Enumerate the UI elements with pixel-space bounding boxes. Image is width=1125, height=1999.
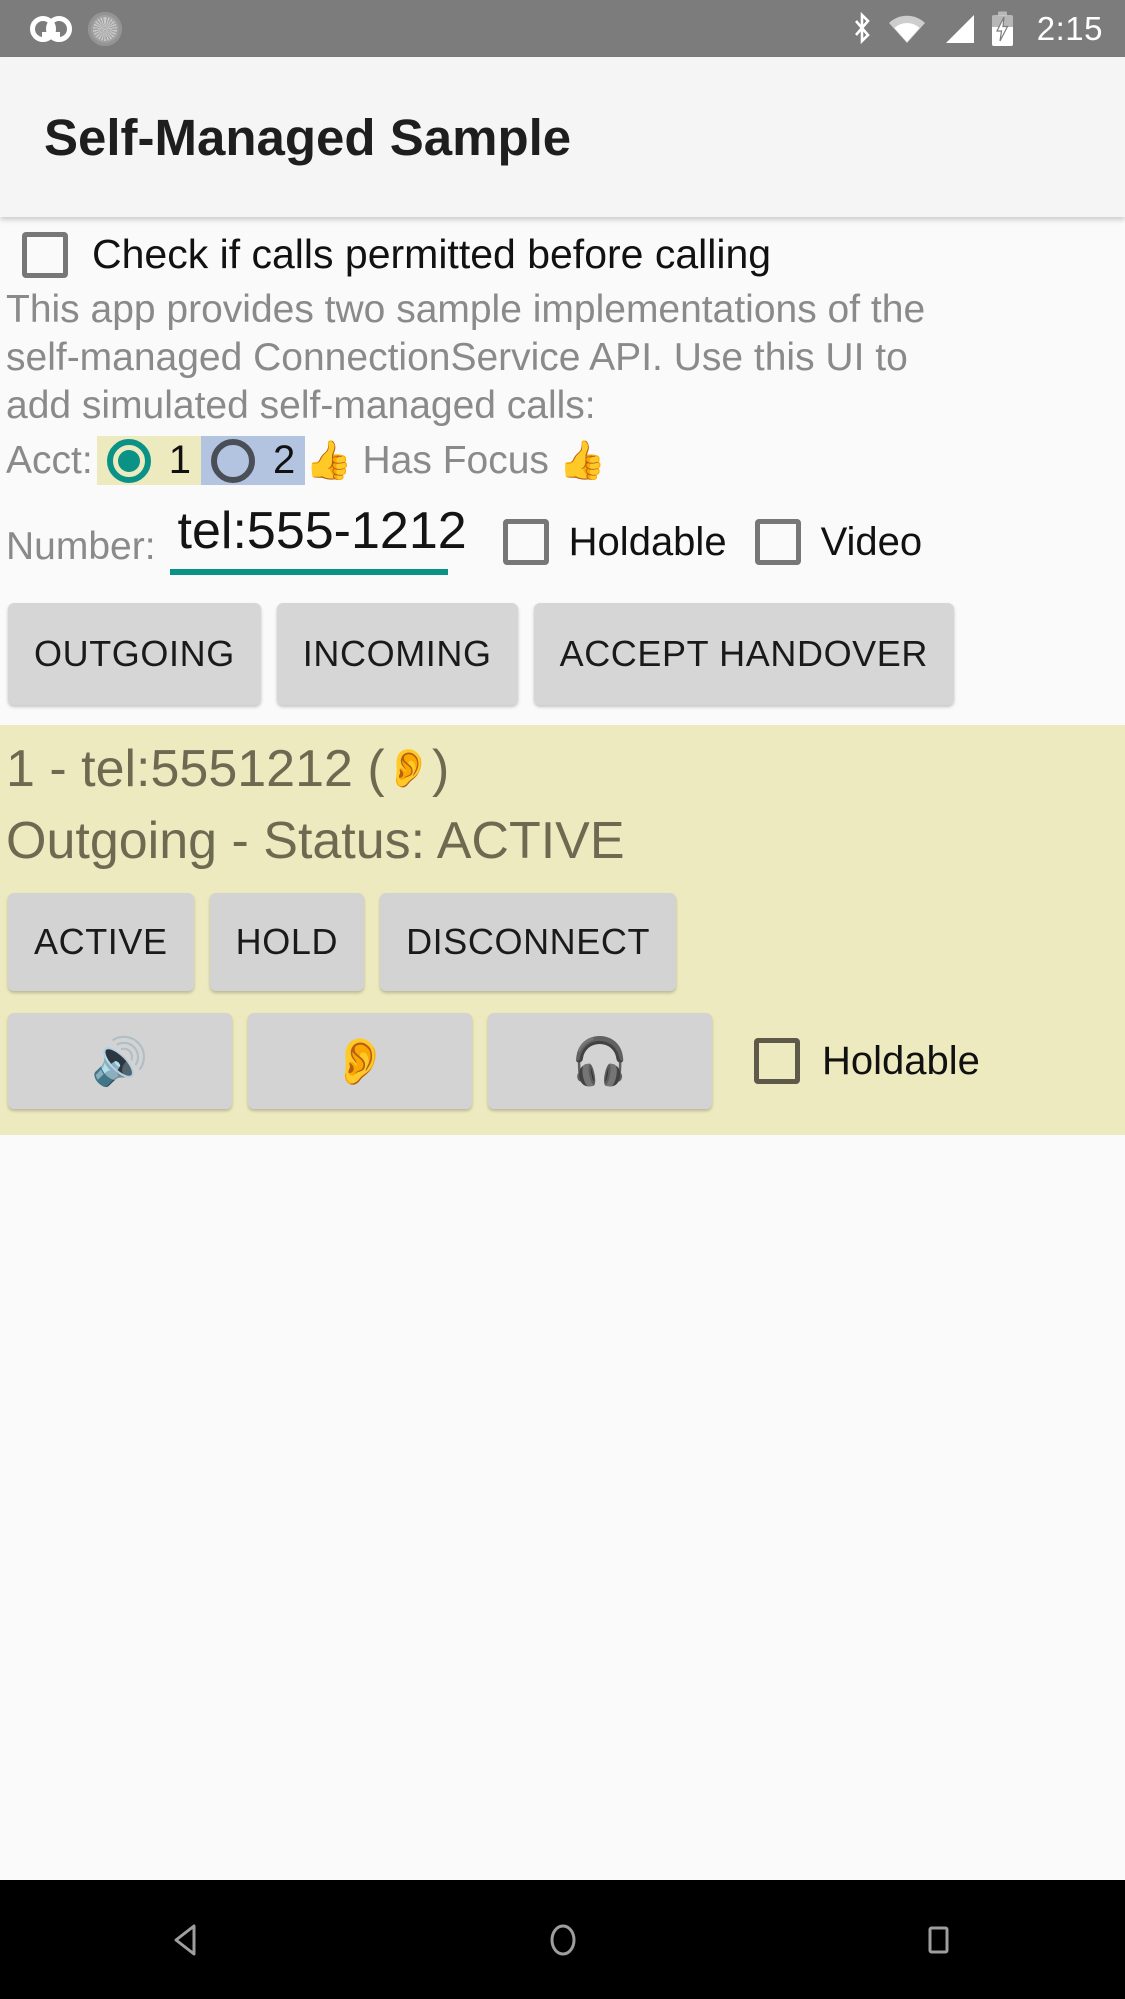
voicemail-icon	[30, 15, 72, 42]
call-card: 1 - tel:5551212 ( 👂 ) Outgoing - Status:…	[0, 725, 1125, 1135]
account-option-2[interactable]: 2	[200, 436, 306, 485]
call-holdable-checkbox[interactable]	[754, 1038, 800, 1084]
bluetooth-icon	[854, 11, 870, 44]
holdable-checkbox[interactable]	[502, 519, 549, 565]
video-checkbox[interactable]	[754, 519, 801, 565]
main-content: Check if calls permitted before calling …	[0, 217, 1125, 1135]
nav-recents-button[interactable]	[858, 1880, 1018, 1999]
nav-home-button[interactable]	[483, 1880, 643, 1999]
call-title-suffix: )	[432, 740, 450, 798]
action-button-row: OUTGOING INCOMING ACCEPT HANDOVER	[0, 581, 1125, 725]
audio-route-button-row: 🔊 👂 🎧 Holdable	[0, 991, 1125, 1109]
permission-check-row[interactable]: Check if calls permitted before calling	[0, 217, 1125, 286]
account-label: Acct:	[6, 438, 93, 482]
number-input-underline	[169, 569, 448, 575]
number-label: Number:	[6, 525, 156, 568]
call-disconnect-button[interactable]: DISCONNECT	[380, 893, 677, 991]
radio-account-2[interactable]	[210, 438, 255, 483]
home-icon	[550, 1924, 575, 1955]
has-focus-label: Has Focus	[362, 438, 549, 482]
account-1-label: 1	[168, 438, 191, 482]
recents-icon	[928, 1926, 948, 1953]
status-bar-left-icons	[30, 11, 122, 46]
number-row: Number: tel:555-1212 Holdable Video	[0, 489, 1125, 581]
account-option-1[interactable]: 1	[96, 436, 201, 485]
holdable-check-row[interactable]: Holdable	[502, 519, 727, 575]
call-active-button[interactable]: ACTIVE	[8, 893, 194, 991]
earpiece-icon-button[interactable]: 👂	[248, 1013, 472, 1109]
radio-account-1[interactable]	[106, 438, 151, 483]
signal-icon	[945, 14, 974, 43]
number-input[interactable]: tel:555-1212	[170, 501, 475, 569]
check-permitted-checkbox[interactable]	[22, 231, 68, 278]
video-check-row[interactable]: Video	[754, 519, 923, 575]
app-toolbar: Self-Managed Sample	[0, 57, 1125, 217]
speaker-icon-button[interactable]: 🔊	[8, 1013, 232, 1109]
nav-back-button[interactable]	[108, 1880, 268, 1999]
call-title: 1 - tel:5551212 ( 👂 )	[0, 739, 1125, 799]
back-icon	[174, 1924, 195, 1955]
thumbs-up-icon-left: 👍	[305, 439, 353, 482]
android-screen: 2:15 Self-Managed Sample Check if calls …	[0, 0, 1125, 1999]
incoming-button[interactable]: INCOMING	[276, 603, 518, 705]
call-holdable-label: Holdable	[822, 1038, 980, 1083]
call-state-button-row: ACTIVE HOLD DISCONNECT	[0, 871, 1125, 991]
holdable-label: Holdable	[568, 519, 727, 564]
system-navigation-bar	[0, 1880, 1125, 1999]
wifi-icon	[888, 15, 925, 43]
thumbs-up-icon-right: 👍	[558, 439, 607, 482]
page-title: Self-Managed Sample	[44, 108, 572, 166]
description-text: This app provides two sample implementat…	[6, 288, 926, 427]
account-selector-row: Acct: 1 2 👍 Has Focus 👍	[0, 430, 1125, 489]
headset-icon-button[interactable]: 🎧	[488, 1013, 712, 1109]
call-holdable-check-row[interactable]: Holdable	[754, 1038, 980, 1084]
call-hold-button[interactable]: HOLD	[209, 893, 365, 991]
check-permitted-label: Check if calls permitted before calling	[92, 231, 772, 277]
accept-handover-button[interactable]: ACCEPT HANDOVER	[533, 603, 954, 705]
number-field-wrapper[interactable]: tel:555-1212	[169, 501, 475, 575]
status-bar-clock: 2:15	[1036, 9, 1103, 47]
ear-icon: 👂	[384, 748, 433, 790]
call-status-text: Outgoing - Status: ACTIVE	[6, 812, 625, 870]
battery-charging-icon	[991, 11, 1013, 46]
status-bar: 2:15	[0, 0, 1125, 57]
sync-icon	[88, 11, 122, 46]
account-2-label: 2	[272, 438, 296, 482]
call-title-text: 1 - tel:5551212 (	[6, 740, 385, 798]
status-bar-right-icons: 2:15	[850, 10, 1103, 48]
outgoing-button[interactable]: OUTGOING	[8, 603, 261, 705]
video-label: Video	[820, 519, 923, 564]
